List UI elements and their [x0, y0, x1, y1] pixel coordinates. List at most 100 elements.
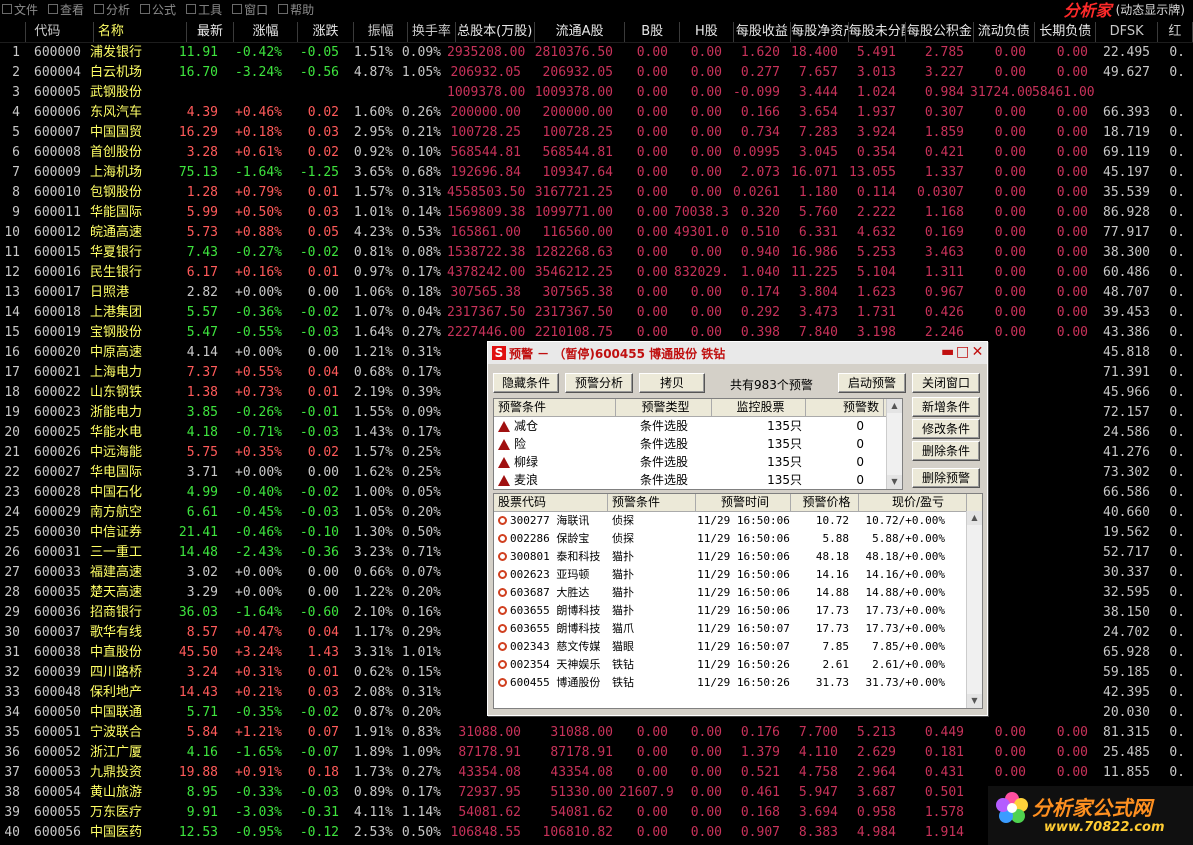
column-header[interactable]: 振幅 — [354, 22, 408, 42]
column-header[interactable]: 每股收益 — [734, 22, 792, 42]
condition-row[interactable]: 麦浪 条件选股 135只 0 — [494, 471, 902, 489]
condition-list-scrollbar[interactable]: ▲ ▼ — [886, 399, 902, 489]
column-header[interactable]: DFSK — [1096, 22, 1158, 42]
close-icon[interactable]: ✕ — [971, 345, 984, 359]
column-header[interactable]: 名称 — [94, 22, 187, 42]
dialog-titlebar[interactable]: S 预警 － （暂停)600455 博通股份 铁钻 ▬ □ ✕ — [488, 342, 987, 364]
menu-item[interactable]: 工具 — [184, 1, 230, 18]
table-cell: 2210108.75 — [534, 325, 613, 340]
alert-row[interactable]: 002343 慈文传媒 猫眼 11/29 16:50:07 7.85 7.85/+0.0… — [494, 638, 982, 656]
edit-condition-button[interactable]: 修改条件 — [912, 419, 980, 439]
table-row[interactable]: 7 600009 上海机场 75.13 -1.64% -1.25 3.65% 0.68% 192… — [0, 163, 1193, 183]
column-header[interactable]: 红 — [1158, 22, 1193, 42]
start-alert-button[interactable]: 启动预警 — [838, 373, 906, 393]
table-row[interactable]: 1 600000 浦发银行 11.91 -0.42% -0.05 1.51% 0.09% 293… — [0, 43, 1193, 63]
table-row[interactable]: 3 600005 武钢股份 1009378.00 1009378.00 0.00 0.00-… — [0, 83, 1193, 103]
delete-condition-button[interactable]: 删除条件 — [912, 441, 980, 461]
table-row[interactable]: 13 600017 日照港 2.82 +0.00% 0.00 1.06% 0.18% 30756… — [0, 283, 1193, 303]
alert-column-header[interactable]: 股票代码 — [494, 494, 608, 511]
table-row[interactable]: 8 600010 包钢股份 1.28 +0.79% 0.01 1.57% 0.31% 45585… — [0, 183, 1193, 203]
maximize-icon[interactable]: □ — [956, 345, 969, 359]
table-cell: 0.66% — [353, 565, 393, 580]
table-row[interactable]: 14 600018 上港集团 5.57 -0.36% -0.02 1.07% 0.04% 231… — [0, 303, 1193, 323]
scroll-down-icon[interactable]: ▼ — [887, 475, 902, 489]
alert-column-header[interactable]: 预警条件 — [608, 494, 696, 511]
condition-column-header[interactable]: 监控股票 — [712, 399, 806, 416]
table-row[interactable]: 10 600012 皖通高速 5.73 +0.88% 0.05 4.23% 0.53% 1658… — [0, 223, 1193, 243]
hide-conditions-button[interactable]: 隐藏条件 — [493, 373, 559, 393]
menu-item[interactable]: 窗口 — [230, 1, 276, 18]
column-header[interactable]: 代码 — [26, 22, 94, 42]
app-brand: 分析家 (动态显示牌) — [1064, 0, 1185, 20]
alert-current: 2.61/+0.00% — [872, 658, 945, 671]
delete-alert-button[interactable]: 删除预警 — [912, 468, 980, 488]
alert-list-scrollbar[interactable]: ▲ ▼ — [966, 511, 982, 708]
scroll-down-icon[interactable]: ▼ — [967, 694, 982, 708]
menu-item[interactable]: 帮助 — [276, 1, 322, 18]
menu-item[interactable]: 公式 — [138, 1, 184, 18]
condition-column-header[interactable]: 预警条件 — [494, 399, 616, 416]
column-header[interactable]: H股 — [680, 22, 734, 42]
column-header[interactable]: 每股净资产 — [791, 22, 849, 42]
table-cell: 9.91 — [186, 805, 218, 820]
menu-item[interactable]: 查看 — [46, 1, 92, 18]
column-header[interactable]: 涨幅 — [234, 22, 298, 42]
table-row[interactable]: 5 600007 中国国贸 16.29 +0.18% 0.03 2.95% 0.21% 1007… — [0, 123, 1193, 143]
alert-column-header[interactable]: 预警价格 — [791, 494, 859, 511]
column-header[interactable]: 每股公积金 — [906, 22, 974, 42]
alert-list[interactable]: 股票代码 预警条件 预警时间 预警价格 现价/盈亏 300277 海联讯 侦探 11/29 … — [493, 493, 983, 709]
condition-row[interactable]: 减仓 条件选股 135只 0 — [494, 417, 902, 435]
table-cell: 0.07 — [307, 725, 339, 740]
table-row[interactable]: 9 600011 华能国际 5.99 +0.50% 0.03 1.01% 0.14% 15698… — [0, 203, 1193, 223]
condition-column-header[interactable]: 预警数 — [806, 399, 884, 416]
alert-row[interactable]: 002286 保龄宝 侦探 11/29 16:50:06 5.88 5.88/+0.00… — [494, 530, 982, 548]
table-row[interactable]: 6 600008 首创股份 3.28 +0.61% 0.02 0.92% 0.10% 56854… — [0, 143, 1193, 163]
condition-row[interactable]: 险 条件选股 135只 0 — [494, 435, 902, 453]
alert-row[interactable]: 600455 博通股份 铁钻 11/29 16:50:26 31.73 31.73/+0… — [494, 674, 982, 692]
alert-row[interactable]: 002354 天神娱乐 铁钻 11/29 16:50:26 2.61 2.61/+0.0… — [494, 656, 982, 674]
column-header[interactable]: 换手率 — [408, 22, 456, 42]
scroll-up-icon[interactable]: ▲ — [967, 511, 982, 525]
column-header[interactable]: 每股未分配 — [849, 22, 907, 42]
scroll-up-icon[interactable]: ▲ — [887, 399, 902, 413]
table-row[interactable]: 36 600052 浙江广厦 4.16 -1.65% -0.07 1.89% 1.09% 871… — [0, 743, 1193, 763]
column-header[interactable]: 长期负债 — [1035, 22, 1097, 42]
copy-button[interactable]: 拷贝 — [639, 373, 705, 393]
alert-row[interactable]: 002623 亚玛顿 猫扑 11/29 16:50:06 14.16 14.16/+0.… — [494, 566, 982, 584]
menu-item[interactable]: 文件 — [0, 1, 46, 18]
condition-list[interactable]: 预警条件 预警类型 监控股票 预警数 减仓 条件选股 135只 0 险条件选股 135只 0 柳绿条… — [493, 398, 903, 490]
table-cell: 0.03 — [307, 205, 339, 220]
column-header[interactable]: 流动负债 — [974, 22, 1035, 42]
column-header[interactable]: 最新 — [187, 22, 235, 42]
alert-analysis-button[interactable]: 预警分析 — [565, 373, 633, 393]
alert-row[interactable]: 603655 朗博科技 猫爪 11/29 16:50:07 17.73 17.73/+0… — [494, 620, 982, 638]
alert-column-header[interactable]: 现价/盈亏 — [859, 494, 967, 511]
column-header[interactable]: 流通A股 — [535, 22, 626, 42]
add-condition-button[interactable]: 新增条件 — [912, 397, 980, 417]
table-row[interactable]: 37 600053 九鼎投资 19.88 +0.91% 0.18 1.73% 0.27% 433… — [0, 763, 1193, 783]
table-row[interactable]: 11 600015 华夏银行 7.43 -0.27% -0.02 0.81% 0.08% 153… — [0, 243, 1193, 263]
table-row[interactable]: 2 600004 白云机场 16.70 -3.24% -0.56 4.87% 1.05% 206… — [0, 63, 1193, 83]
table-cell: 7.37 — [186, 365, 218, 380]
table-cell: 0.00 — [636, 165, 668, 180]
column-header[interactable]: B股 — [625, 22, 681, 42]
condition-row[interactable]: 柳绿 条件选股 135只 0 — [494, 453, 902, 471]
table-row[interactable]: 12 600016 民生银行 6.17 +0.16% 0.01 0.97% 0.17% 4378… — [0, 263, 1193, 283]
column-header[interactable]: 涨跌 — [298, 22, 355, 42]
table-row[interactable]: 4 600006 东风汽车 4.39 +0.46% 0.02 1.60% 0.26% 20000… — [0, 103, 1193, 123]
minimize-icon[interactable]: ▬ — [941, 345, 954, 359]
column-header[interactable]: 总股本(万股) — [456, 22, 535, 42]
alert-row[interactable]: 300801 泰和科技 猫扑 11/29 16:50:06 48.18 48.18/+0… — [494, 548, 982, 566]
table-row[interactable]: 35 600051 宁波联合 5.84 +1.21% 0.07 1.91% 0.83% 3108… — [0, 723, 1193, 743]
alert-column-header[interactable]: 预警时间 — [696, 494, 791, 511]
column-header[interactable] — [0, 22, 27, 42]
condition-column-header[interactable]: 预警类型 — [616, 399, 712, 416]
close-window-button[interactable]: 关闭窗口 — [912, 373, 980, 393]
table-row[interactable]: 15 600019 宝钢股份 5.47 -0.55% -0.03 1.64% 0.27% 222… — [0, 323, 1193, 343]
alert-row[interactable]: 603655 朗博科技 猫扑 11/29 16:50:06 17.73 17.73/+0… — [494, 602, 982, 620]
table-cell: 0.27% — [401, 765, 441, 780]
alert-row[interactable]: 603687 大胜达 猫扑 11/29 16:50:06 14.88 14.88/+0.… — [494, 584, 982, 602]
alert-row[interactable]: 300277 海联讯 侦探 11/29 16:50:06 10.72 10.72/+0.… — [494, 512, 982, 530]
table-cell: -0.42% — [235, 45, 282, 60]
menu-item[interactable]: 分析 — [92, 1, 138, 18]
